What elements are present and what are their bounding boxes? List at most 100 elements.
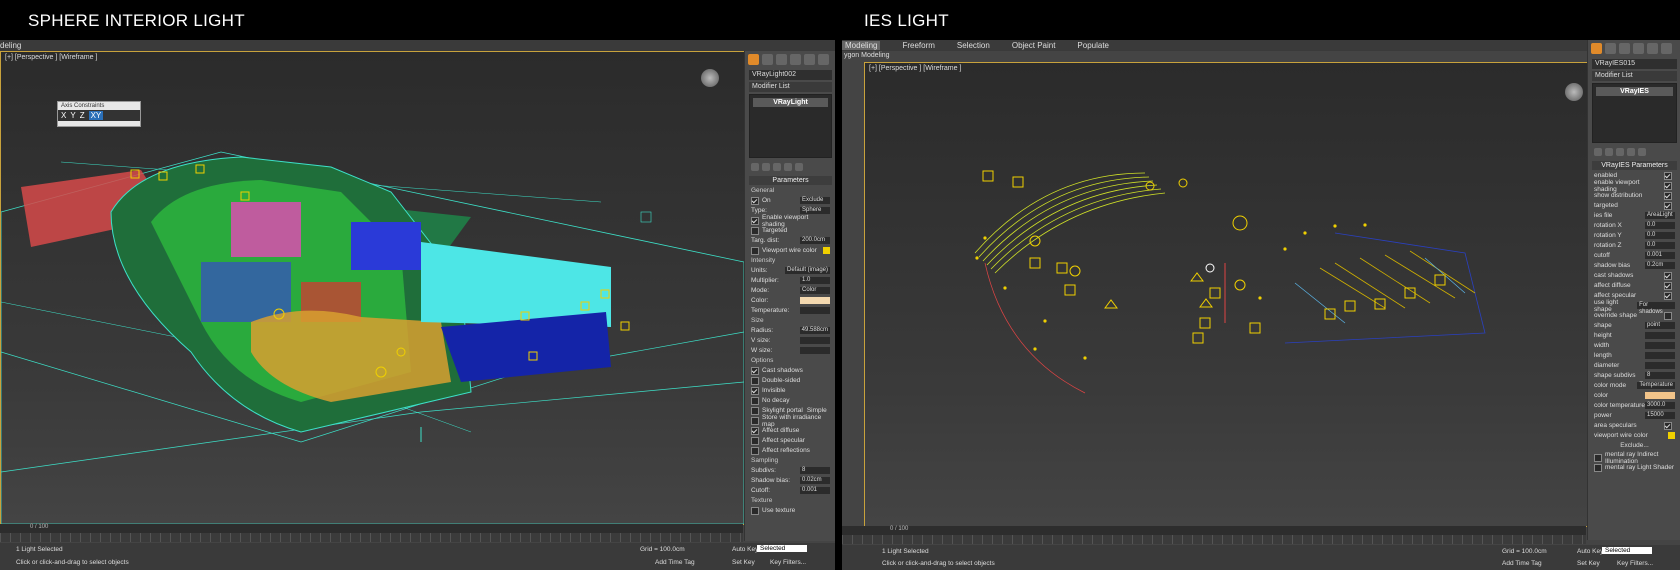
ies-param-field[interactable] [1645,362,1675,369]
ribbon-tab[interactable]: Selection [957,41,990,50]
left-key-filters-button[interactable]: Key Filters... [770,559,806,566]
mr-indirect-rollout[interactable]: mental ray Indirect Illumination [1605,451,1675,465]
ies-param-checkbox[interactable] [1664,281,1672,290]
display-tab-icon[interactable] [804,54,815,65]
ies-param-row[interactable]: affect diffuse [1594,281,1675,290]
ies-param-row[interactable]: ies file AreaLight [1594,211,1675,220]
option-row[interactable]: Double-sided [751,376,830,385]
left-modifier-stack[interactable]: VRayLight [749,94,832,158]
ies-param-field[interactable]: 0.0 [1645,232,1675,239]
ies-color-swatch[interactable] [1668,432,1675,439]
left-modifier-list-dropdown[interactable]: Modifier List [749,82,832,92]
ies-param-checkbox[interactable] [1664,181,1672,190]
exclude-button[interactable]: Exclude [800,197,830,204]
ies-param-checkbox[interactable] [1664,271,1672,280]
configure-sets-icon[interactable] [795,163,803,171]
right-hierarchy-tab-icon[interactable] [1619,43,1630,54]
option-checkbox[interactable] [751,366,759,375]
left-parameters-rollout[interactable]: Parameters [749,176,832,185]
ies-param-field[interactable]: 0.2cm [1645,262,1675,269]
ies-param-field[interactable]: 15000 [1645,412,1675,419]
ies-param-field[interactable]: 3000.0 [1645,402,1675,409]
ies-param-field[interactable] [1645,332,1675,339]
right-display-tab-icon[interactable] [1647,43,1658,54]
left-set-key-button[interactable]: Set Key [732,559,755,566]
right-show-end-result-icon[interactable] [1605,148,1613,156]
ribbon-tab[interactable]: Object Paint [1012,41,1056,50]
ies-param-checkbox[interactable] [1664,201,1672,210]
left-frame-ruler[interactable] [0,533,743,542]
ies-param-field[interactable]: 8 [1645,372,1675,379]
left-auto-key-button[interactable]: Auto Key [732,546,758,553]
left-viewport[interactable]: [+] [Perspective ] [Wireframe ] Axis Con… [0,51,745,525]
option-row[interactable]: Affect specular [751,436,830,445]
use-texture-checkbox[interactable] [751,506,759,515]
ies-param-row[interactable]: shape point [1594,321,1675,330]
utilities-tab-icon[interactable] [818,54,829,65]
option-checkbox[interactable] [751,436,759,445]
right-selected-dropdown[interactable]: Selected [1602,547,1652,554]
right-utilities-tab-icon[interactable] [1661,43,1672,54]
right-set-key-button[interactable]: Set Key [1577,560,1600,567]
remove-modifier-icon[interactable] [784,163,792,171]
option-row[interactable]: Cast shadows [751,366,830,375]
ies-param-row[interactable]: rotation Z 0.0 [1594,241,1675,250]
ies-param-field[interactable] [1645,352,1675,359]
left-stack-item[interactable]: VRayLight [753,98,828,107]
modify-tab-icon[interactable] [762,54,773,65]
right-key-filters-button[interactable]: Key Filters... [1617,560,1653,567]
ies-color-swatch[interactable] [1645,392,1675,399]
cutoff-field[interactable]: 0.001 [800,487,830,494]
ies-param-row[interactable]: diameter [1594,361,1675,370]
pin-stack-icon[interactable] [751,163,759,171]
ies-param-row[interactable]: color mode Temperature [1594,381,1675,390]
ies-param-field[interactable]: point [1645,322,1675,329]
shadow-bias-field[interactable]: 0.02cm [800,477,830,484]
ies-param-field[interactable]: 0.0 [1645,222,1675,229]
light-color-swatch[interactable] [800,297,830,304]
multiplier-field[interactable]: 1.0 [800,277,830,284]
ies-param-field[interactable]: 0.001 [1645,252,1675,259]
ies-param-row[interactable]: area speculars [1594,421,1675,430]
wire-color-swatch[interactable] [823,247,830,254]
option-checkbox[interactable] [751,416,759,425]
ies-param-row[interactable]: targeted [1594,201,1675,210]
mode-dropdown[interactable]: Color [800,287,830,294]
subdivs-field[interactable]: 8 [800,467,830,474]
right-object-name-field[interactable]: VRayIES015 [1592,59,1677,69]
viewport-wire-color-checkbox[interactable] [751,246,759,255]
ies-param-row[interactable]: power 15000 [1594,411,1675,420]
make-unique-icon[interactable] [773,163,781,171]
mr-shader-rollout[interactable]: mental ray Light Shader [1605,464,1674,471]
targ-dist-field[interactable]: 200.0cm [800,237,830,244]
create-tab-icon[interactable] [748,54,759,65]
right-viewport[interactable]: [+] [Perspective ] [Wireframe ] [864,62,1588,527]
ies-param-field[interactable]: For shadows [1637,302,1675,315]
left-selected-dropdown[interactable]: Selected [757,545,807,552]
option-checkbox[interactable] [751,376,759,385]
on-checkbox[interactable] [751,196,759,205]
ies-param-row[interactable]: viewport wire color [1594,431,1675,440]
right-time-slider[interactable]: 0 / 100 [890,526,908,532]
option-checkbox[interactable] [751,446,759,455]
right-pin-stack-icon[interactable] [1594,148,1602,156]
option-checkbox[interactable] [751,406,759,415]
right-stack-item[interactable]: VRayIES [1596,87,1673,96]
right-make-unique-icon[interactable] [1616,148,1624,156]
mr-indirect-rollout-toggle[interactable] [1594,453,1602,462]
ies-param-row[interactable]: color [1594,391,1675,400]
ies-param-row[interactable]: color temperature 3000.0 [1594,401,1675,410]
ies-param-checkbox[interactable] [1664,191,1672,200]
ribbon-tab[interactable]: Freeform [902,41,934,50]
right-submenu[interactable]: ygon Modeling [844,52,890,59]
enable-viewport-shading-checkbox[interactable] [751,216,759,225]
ies-param-checkbox[interactable] [1664,291,1672,300]
ies-param-row[interactable]: rotation Y 0.0 [1594,231,1675,240]
right-modifier-list-dropdown[interactable]: Modifier List [1592,71,1677,81]
targeted-checkbox[interactable] [751,226,759,235]
hierarchy-tab-icon[interactable] [776,54,787,65]
right-modifier-stack[interactable]: VRayIES [1592,83,1677,143]
ies-param-row[interactable]: use light shape For shadows [1594,299,1675,315]
w-size-field[interactable] [800,347,830,354]
ies-param-field[interactable]: 0.0 [1645,242,1675,249]
